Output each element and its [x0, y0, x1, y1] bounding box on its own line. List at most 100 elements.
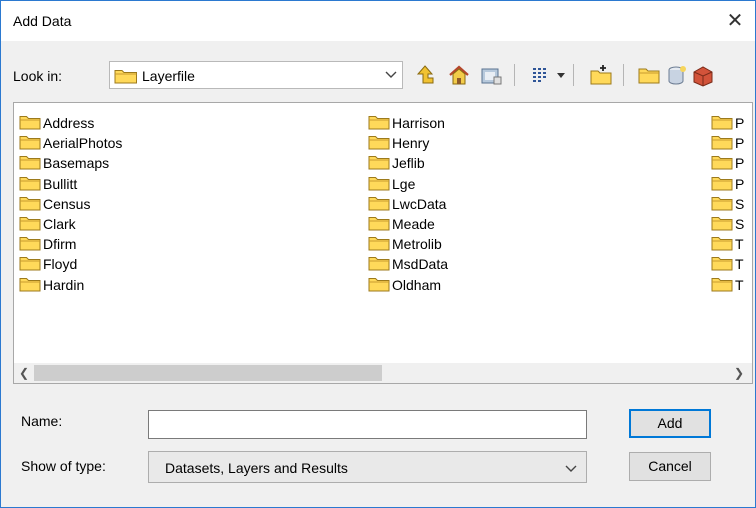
list-item[interactable]: P: [711, 153, 744, 173]
list-item-label: Dfirm: [43, 236, 77, 253]
list-item[interactable]: Lge: [368, 174, 448, 194]
title-bar: Add Data ✕: [1, 1, 755, 41]
folder-icon: [368, 276, 390, 297]
list-item[interactable]: AerialPhotos: [19, 133, 122, 153]
list-item-label: Meade: [392, 215, 435, 232]
list-item-label: P: [735, 135, 745, 152]
folder-icon: [19, 175, 41, 196]
list-item[interactable]: T: [711, 234, 744, 254]
list-item-label: Bullitt: [43, 175, 78, 192]
file-column-1: Address AerialPhotos Basemaps Bullitt Census…: [19, 113, 122, 295]
list-item-label: Basemaps: [43, 155, 110, 172]
list-item-label: Lge: [392, 175, 416, 192]
list-item[interactable]: Census: [19, 194, 122, 214]
list-item[interactable]: Harrison: [368, 113, 448, 133]
folder-icon: [711, 215, 733, 236]
view-dropdown-icon[interactable]: [555, 63, 567, 87]
up-one-level-icon[interactable]: [413, 63, 437, 87]
look-in-dropdown[interactable]: Layerfile: [109, 61, 403, 89]
list-item-label: P: [735, 155, 745, 172]
list-item-label: Henry: [392, 135, 430, 152]
folder-icon: [368, 195, 390, 216]
toolbar-separator: [514, 64, 515, 86]
close-icon[interactable]: ✕: [719, 7, 751, 35]
list-item-label: P: [735, 115, 745, 131]
folder-icon: [19, 215, 41, 236]
home-icon[interactable]: [447, 63, 471, 87]
list-item-label: Census: [43, 195, 91, 212]
folder-icon: [19, 255, 41, 276]
list-item[interactable]: Meade: [368, 214, 448, 234]
file-column-3: PPPPSSTTT: [711, 113, 744, 295]
list-item[interactable]: LwcData: [368, 194, 448, 214]
add-button[interactable]: Add: [629, 409, 711, 438]
list-item[interactable]: Dfirm: [19, 234, 122, 254]
folder-icon: [114, 68, 138, 87]
scroll-right-icon[interactable]: ❯: [734, 363, 744, 383]
folder-icon: [368, 215, 390, 236]
list-item[interactable]: T: [711, 254, 744, 274]
list-item[interactable]: Jeflib: [368, 153, 448, 173]
list-item-label: T: [735, 236, 744, 253]
toolbar-separator: [623, 64, 624, 86]
folder-icon: [19, 195, 41, 216]
list-item[interactable]: Floyd: [19, 254, 122, 274]
chevron-down-icon[interactable]: [384, 64, 398, 87]
folder-icon: [711, 114, 733, 135]
catalog-folder-icon[interactable]: [637, 63, 661, 87]
cancel-button[interactable]: Cancel: [629, 452, 711, 481]
list-item[interactable]: Metrolib: [368, 234, 448, 254]
list-item-label: Address: [43, 115, 95, 131]
view-list-icon[interactable]: [529, 63, 553, 87]
list-item[interactable]: S: [711, 194, 744, 214]
folder-icon: [711, 134, 733, 155]
list-item-label: AerialPhotos: [43, 135, 123, 152]
folder-icon: [711, 276, 733, 297]
folder-icon: [19, 276, 41, 297]
folder-icon: [711, 175, 733, 196]
folder-icon: [19, 235, 41, 256]
new-folder-icon[interactable]: [589, 63, 613, 87]
list-item-label: Metrolib: [392, 236, 442, 253]
list-item[interactable]: P: [711, 113, 744, 133]
folder-icon: [368, 255, 390, 276]
list-item[interactable]: Basemaps: [19, 153, 122, 173]
list-item[interactable]: Clark: [19, 214, 122, 234]
folder-icon: [368, 154, 390, 175]
name-label: Name:: [21, 413, 63, 429]
scrollbar-thumb[interactable]: [34, 365, 382, 381]
show-of-type-dropdown[interactable]: Datasets, Layers and Results: [148, 451, 587, 483]
folder-icon: [711, 255, 733, 276]
list-item-label: Hardin: [43, 276, 85, 293]
scroll-left-icon[interactable]: ❮: [19, 363, 29, 383]
list-item[interactable]: Oldham: [368, 275, 448, 295]
list-item-label: Clark: [43, 215, 76, 232]
list-item[interactable]: P: [711, 174, 744, 194]
list-item[interactable]: Henry: [368, 133, 448, 153]
list-item[interactable]: Address: [19, 113, 122, 133]
list-item[interactable]: P: [711, 133, 744, 153]
chevron-down-icon[interactable]: [564, 458, 578, 481]
list-item-label: LwcData: [392, 195, 447, 212]
list-item[interactable]: Bullitt: [19, 174, 122, 194]
folder-icon: [19, 114, 41, 135]
list-item-label: Floyd: [43, 256, 78, 273]
name-input[interactable]: [148, 410, 587, 439]
list-item-label: MsdData: [392, 256, 449, 273]
folder-icon: [368, 175, 390, 196]
connect-folder-icon[interactable]: [479, 63, 503, 87]
folder-icon: [711, 154, 733, 175]
database-icon[interactable]: [665, 63, 689, 87]
list-item[interactable]: T: [711, 275, 744, 295]
list-item-label: Oldham: [392, 276, 442, 293]
folder-icon: [711, 195, 733, 216]
toolbox-icon[interactable]: [691, 63, 715, 87]
list-item-label: T: [735, 276, 744, 293]
list-item[interactable]: MsdData: [368, 254, 448, 274]
list-item[interactable]: Hardin: [19, 275, 122, 295]
list-item-label: S: [735, 195, 745, 212]
folder-icon: [711, 235, 733, 256]
file-list[interactable]: Address AerialPhotos Basemaps Bullitt Census…: [13, 102, 753, 384]
list-item[interactable]: S: [711, 214, 744, 234]
horizontal-scrollbar[interactable]: ❮ ❯: [14, 363, 752, 383]
